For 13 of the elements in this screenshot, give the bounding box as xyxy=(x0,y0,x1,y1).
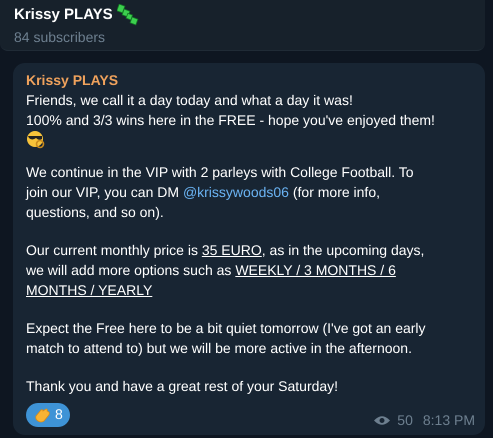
eye-icon xyxy=(373,415,392,426)
subscriber-count: 84 subscribers xyxy=(14,28,106,47)
message-paragraph: Thank you and have a great rest of your Saturday! xyxy=(26,377,340,396)
message-author: Krissy PLAYS xyxy=(26,71,120,90)
message-paragraph: Our current monthly price is 35 EURO, as in the upcoming days, we will add more options such as WEEKLY / 3 MONTHS / 6 MONTHS / YEARLY xyxy=(26,241,426,300)
free-sticker-icon xyxy=(116,4,139,26)
channel-title: Krissy PLAYS xyxy=(14,5,113,25)
message-paragraph: Friends, we call it a day today and what a day it was! 100% and 3/3 wins here in the FREE - hope you've enjoyed them! xyxy=(26,91,436,130)
message-paragraph: Expect the Free here to be a bit quiet tomorrow (I've got an early match to attend to) but we will be more active in the afternoon. xyxy=(26,319,427,358)
message-paragraph: We continue in the VIP with 2 parleys with College Football. To join our VIP, you can DM @krissywoods06 (for more info, questions, and so on). xyxy=(26,163,415,222)
message-time: 8:13 PM xyxy=(422,411,475,430)
view-count: 50 xyxy=(397,411,413,430)
username-link[interactable]: @krissywoods06 xyxy=(182,184,289,200)
